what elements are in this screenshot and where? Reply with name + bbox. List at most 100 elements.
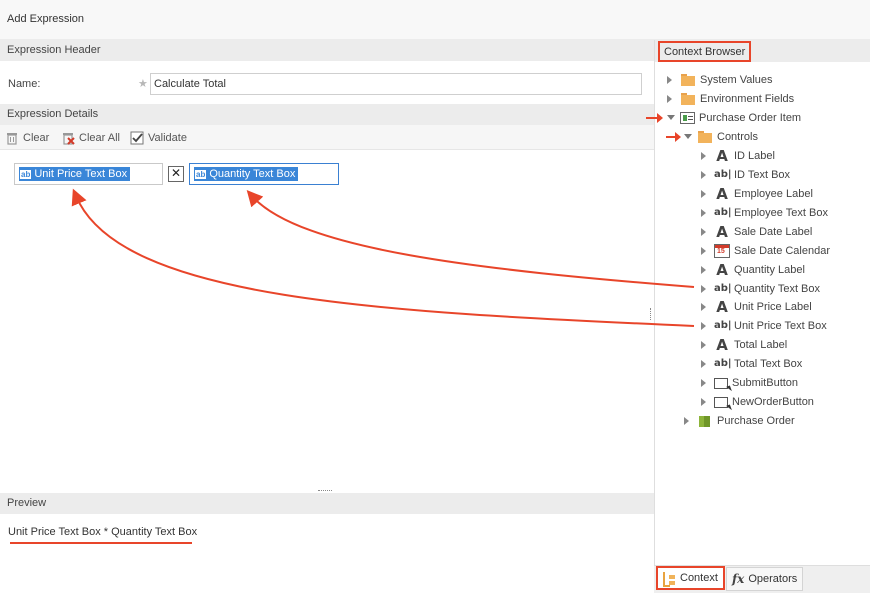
tree-item-total-text-box[interactable]: ab| Total Text Box [701,354,802,373]
tree-item-label: Quantity Label [734,263,805,276]
validate-label: Validate [148,131,187,144]
expand-arrow-icon[interactable] [701,359,706,368]
tree-item-label: Sale Date Label [734,225,813,238]
label-icon: A [716,297,728,316]
expression-canvas[interactable]: ab Unit Price Text Box ✕ ab Quantity Tex… [0,151,654,490]
tree-item-unit-price-label[interactable]: A Unit Price Label [701,297,812,316]
expand-arrow-icon[interactable] [701,189,706,198]
expand-arrow-icon[interactable] [701,151,706,160]
expand-arrow-icon[interactable] [701,378,706,387]
annotation-arrow-icon [666,132,681,142]
label-icon: A [716,335,728,354]
clear-all-label: Clear All [79,131,120,144]
tree-item-purchase-order-item[interactable]: Purchase Order Item [667,108,801,127]
context-browser-title: Context Browser [658,41,752,62]
textbox-icon: ab| [714,357,732,369]
tree-item-system-values[interactable]: System Values [667,70,773,89]
expand-arrow-icon[interactable] [701,208,706,217]
collapse-arrow-icon[interactable] [667,115,675,120]
clear-button[interactable]: Clear [5,129,49,146]
tree-item-employee-text-box[interactable]: ab| Employee Text Box [701,203,828,222]
tree-item-label: System Values [700,73,773,86]
expand-arrow-icon[interactable] [701,321,706,330]
expression-toolbar: Clear Clear All Validate [0,125,654,150]
expression-header-title: Expression Header [7,44,101,56]
tree-item-employee-label[interactable]: A Employee Label [701,184,813,203]
tab-context[interactable]: Context [656,566,725,590]
tree-item-sale-date-calendar[interactable]: 15 Sale Date Calendar [701,241,830,260]
tree-item-new-order-button[interactable]: NewOrderButton [701,392,814,411]
textbox-icon: ab [195,169,207,179]
tree-item-total-label[interactable]: A Total Label [701,335,787,354]
preview-highlight-underline [10,542,192,544]
button-icon [714,377,728,389]
preview-title: Preview [7,497,47,509]
tree-item-controls[interactable]: Controls [684,127,758,146]
tree-item-environment-fields[interactable]: Environment Fields [667,89,794,108]
expand-arrow-icon[interactable] [701,302,706,311]
label-icon: A [716,260,728,279]
expand-arrow-icon[interactable] [667,94,672,103]
textbox-icon: ab| [714,319,732,331]
label-icon: A [716,222,728,241]
tree-item-label: Quantity Text Box [734,282,821,295]
token-label: Quantity Text Box [209,168,296,180]
expand-arrow-icon[interactable] [701,227,706,236]
expression-editor-pane: Expression Header Name: ★ Expression Det… [0,40,654,593]
vertical-splitter-handle[interactable] [650,308,652,320]
tab-operators[interactable]: fx Operators [726,567,804,591]
tree-item-label: Controls [717,130,758,143]
textbox-icon: ab| [714,282,732,294]
textbox-icon: ab [20,169,32,179]
expand-arrow-icon[interactable] [701,170,706,179]
expression-operand-1[interactable]: ab Unit Price Text Box [14,163,163,185]
expand-arrow-icon[interactable] [667,75,672,84]
label-icon: A [716,184,728,203]
trash-icon [7,132,17,145]
name-row: Name: ★ [0,61,654,104]
expand-arrow-icon[interactable] [684,416,689,425]
expand-arrow-icon[interactable] [701,265,706,274]
tree-item-label: Total Text Box [734,357,803,370]
label-icon: A [716,146,728,165]
calendar-icon: 15 [714,243,730,258]
tree-item-purchase-order[interactable]: Purchase Order [684,411,795,430]
horizontal-splitter-handle[interactable] [318,490,332,492]
expression-operand-2[interactable]: ab Quantity Text Box [189,163,339,185]
token-quantity-text-box[interactable]: ab Quantity Text Box [194,167,299,181]
required-star-icon: ★ [138,78,148,90]
tree-item-id-label[interactable]: A ID Label [701,146,775,165]
expand-arrow-icon[interactable] [701,340,706,349]
expand-arrow-icon[interactable] [701,284,706,293]
tree-item-label: NewOrderButton [732,395,814,408]
name-input[interactable] [150,73,642,95]
tree-item-submit-button[interactable]: SubmitButton [701,373,798,392]
expand-arrow-icon[interactable] [701,397,706,406]
folder-icon [697,130,713,144]
tree-item-label: Purchase Order [717,414,795,427]
tree-item-label: Total Label [734,338,788,351]
collapse-arrow-icon[interactable] [684,134,692,139]
form-icon [680,111,695,124]
tree-item-label: Unit Price Text Box [734,319,827,332]
context-browser-tabs: Context fx Operators [654,565,870,593]
tree-item-sale-date-label[interactable]: A Sale Date Label [701,222,812,241]
token-label: Unit Price Text Box [34,168,128,180]
tree-item-label: Purchase Order Item [699,111,802,124]
tab-operators-label: Operators [748,573,798,585]
multiply-operator[interactable]: ✕ [168,166,184,182]
preview-text: Unit Price Text Box * Quantity Text Box [8,526,198,538]
tree-item-label: Employee Label [734,187,813,200]
tree-item-quantity-label[interactable]: A Quantity Label [701,260,805,279]
folder-icon [680,73,696,87]
validate-button[interactable]: Validate [130,129,187,146]
tree-structure-icon [663,571,676,587]
expand-arrow-icon[interactable] [701,246,706,255]
tree-item-id-text-box[interactable]: ab| ID Text Box [701,165,790,184]
tree-item-unit-price-text-box[interactable]: ab| Unit Price Text Box [701,316,827,335]
tree-item-label: Environment Fields [700,92,795,105]
clear-all-button[interactable]: Clear All [61,129,120,146]
tree-item-quantity-text-box[interactable]: ab| Quantity Text Box [701,279,820,298]
preview-area: Unit Price Text Box * Quantity Text Box [0,514,654,593]
token-unit-price-text-box[interactable]: ab Unit Price Text Box [19,167,131,181]
